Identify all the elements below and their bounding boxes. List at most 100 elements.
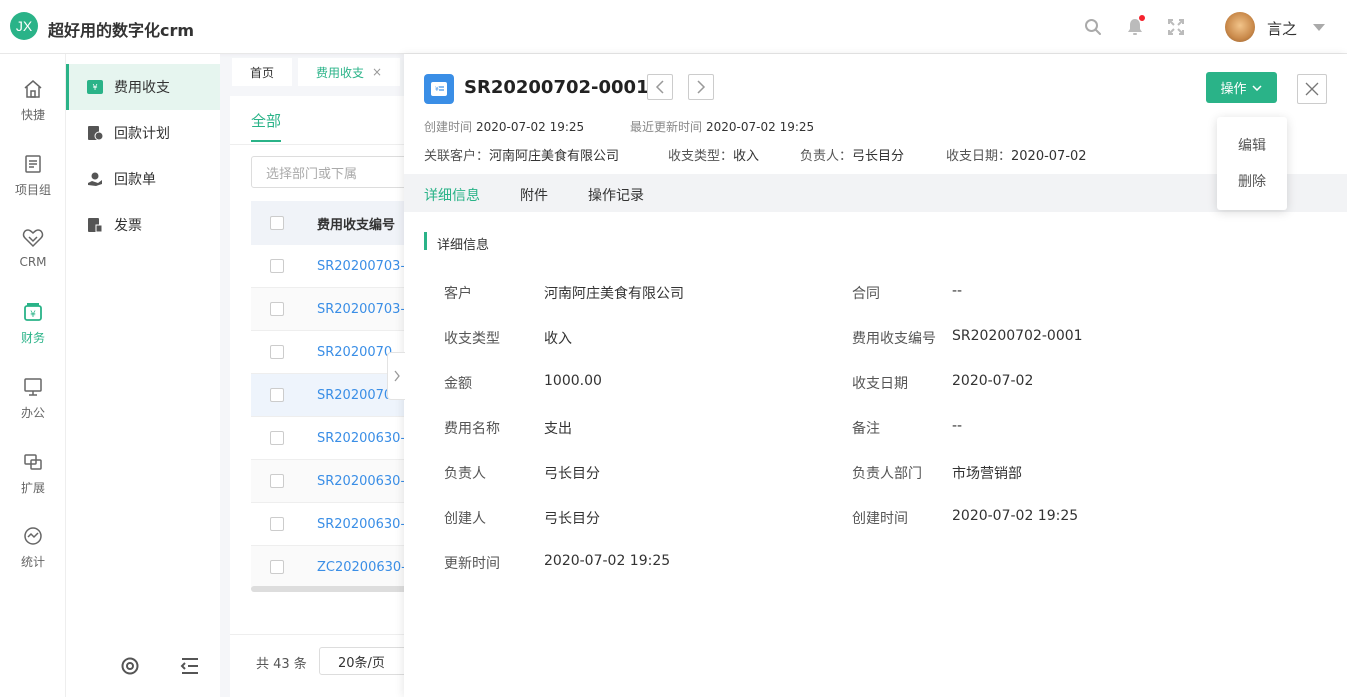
tab-operation-log[interactable]: 操作记录 [588, 185, 644, 205]
tab-detail-info[interactable]: 详细信息 [424, 185, 480, 205]
row-checkbox[interactable] [270, 560, 284, 574]
nav-item-extend[interactable]: 扩展 [0, 451, 66, 511]
record-link[interactable]: SR20200630- [317, 431, 405, 446]
record-title: SR20200702-0001 [464, 77, 649, 98]
search-icon[interactable] [1083, 17, 1103, 37]
chevron-down-icon[interactable] [1313, 24, 1325, 31]
section-marker [424, 232, 427, 250]
avatar[interactable] [1225, 12, 1255, 42]
nav-item-crm[interactable]: CRM [0, 227, 66, 287]
table-row[interactable]: SR20200630- [251, 503, 421, 546]
subnav-label: 费用收支 [114, 80, 170, 96]
info-value: 2020-07-02 [1011, 149, 1087, 164]
field-value: -- [952, 418, 963, 434]
nav-item-stats[interactable]: 统计 [0, 525, 66, 585]
select-all-checkbox[interactable] [270, 216, 284, 230]
row-checkbox[interactable] [270, 302, 284, 316]
delete-menu-item[interactable]: 删除 [1217, 166, 1287, 196]
home-icon [22, 78, 44, 100]
field-value: 支出 [544, 421, 572, 437]
dept-select[interactable]: 选择部门或下属 [251, 156, 421, 188]
field-value: SR20200702-0001 [952, 328, 1083, 344]
close-drawer-button[interactable] [1297, 74, 1327, 104]
field-value: 市场营销部 [952, 466, 1022, 482]
row-checkbox[interactable] [270, 474, 284, 488]
payment-icon [86, 170, 104, 188]
row-checkbox[interactable] [270, 345, 284, 359]
info-value: 河南阿庄美食有限公司 [489, 149, 620, 164]
fullscreen-icon[interactable] [1166, 17, 1186, 37]
app-logo[interactable]: JX [10, 12, 38, 40]
close-tab-icon[interactable]: × [372, 65, 382, 79]
transaction-type: 收支类型：收入 [668, 145, 759, 164]
row-checkbox[interactable] [270, 431, 284, 445]
tab-expense[interactable]: 费用收支 × [298, 58, 401, 86]
chart-icon [22, 525, 44, 547]
tab-home[interactable]: 首页 [232, 58, 293, 86]
table-header: 费用收支编号 [251, 201, 421, 245]
info-value: 收入 [733, 149, 760, 164]
horizontal-scrollbar[interactable] [251, 586, 421, 592]
row-checkbox[interactable] [270, 388, 284, 402]
field-label: 备注 [852, 421, 880, 437]
document-icon: ¥ [424, 74, 454, 104]
record-link[interactable]: SR2020070 [317, 345, 392, 360]
tab-label: 首页 [250, 65, 275, 80]
nav-item-finance[interactable]: ¥ 财务 [0, 301, 66, 361]
row-checkbox[interactable] [270, 259, 284, 273]
field-label: 创建人 [444, 511, 486, 527]
subnav-item-payment[interactable]: 回款单 [66, 156, 220, 202]
subnav-item-expense[interactable]: ¥ 费用收支 [66, 64, 220, 110]
record-link[interactable]: SR20200630- [317, 517, 405, 532]
nav-label: 统计 [20, 555, 45, 569]
record-link[interactable]: SR2020070 [317, 388, 392, 403]
field-value: 河南阿庄美食有限公司 [544, 286, 684, 302]
nav-item-quick[interactable]: 快捷 [0, 78, 66, 138]
filter-tab-indicator [251, 140, 281, 142]
divider [230, 144, 410, 145]
field-label: 客户 [444, 286, 472, 302]
record-link[interactable]: SR20200703- [317, 259, 405, 274]
table-row[interactable]: SR20200630- [251, 460, 421, 503]
record-link[interactable]: ZC20200630- [317, 560, 406, 575]
user-name[interactable]: 言之 [1267, 18, 1297, 39]
pagination: 共 43 条 20条/页 [230, 634, 419, 697]
record-link[interactable]: SR20200703- [317, 302, 405, 317]
table-row[interactable]: ZC20200630- [251, 546, 421, 589]
field-label: 费用收支编号 [852, 331, 936, 347]
table-row[interactable]: SR20200630- [251, 417, 421, 460]
drawer-collapse-handle[interactable] [387, 352, 405, 400]
transaction-date: 收支日期：2020-07-02 [946, 145, 1087, 164]
extend-icon [22, 451, 44, 473]
tab-label: 费用收支 [316, 65, 365, 80]
filter-tab-all[interactable]: 全部 [251, 110, 281, 131]
nav-item-office[interactable]: 办公 [0, 376, 66, 436]
field-label: 收支类型 [444, 331, 500, 347]
subnav-item-plan[interactable]: 回款计划 [66, 110, 220, 156]
meta-label: 最近更新时间 [630, 120, 703, 134]
section-title: 详细信息 [437, 238, 490, 253]
record-link[interactable]: SR20200630- [317, 474, 405, 489]
settings-icon[interactable] [119, 655, 141, 677]
table-row[interactable]: SR20200703- [251, 245, 421, 288]
operate-button[interactable]: 操作 [1206, 72, 1277, 103]
svg-text:¥: ¥ [92, 83, 97, 92]
field-value: 2020-07-02 19:25 [544, 553, 671, 569]
next-record-button[interactable] [688, 74, 714, 100]
document-icon [22, 153, 44, 175]
collapse-menu-icon[interactable] [179, 655, 201, 677]
nav-item-project[interactable]: 项目组 [0, 153, 66, 213]
field-label: 合同 [852, 286, 880, 302]
table-row[interactable]: SR20200703- [251, 288, 421, 331]
bell-icon[interactable] [1125, 15, 1145, 37]
field-value: 1000.00 [544, 373, 602, 389]
nav-label: 快捷 [20, 108, 45, 122]
subnav-item-invoice[interactable]: 发票 [66, 202, 220, 248]
prev-record-button[interactable] [647, 74, 673, 100]
row-checkbox[interactable] [270, 517, 284, 531]
notification-dot [1139, 15, 1145, 21]
nav-label: 项目组 [14, 183, 51, 197]
tab-attachments[interactable]: 附件 [520, 185, 548, 205]
edit-menu-item[interactable]: 编辑 [1217, 130, 1287, 160]
finance-icon: ¥ [22, 301, 44, 323]
